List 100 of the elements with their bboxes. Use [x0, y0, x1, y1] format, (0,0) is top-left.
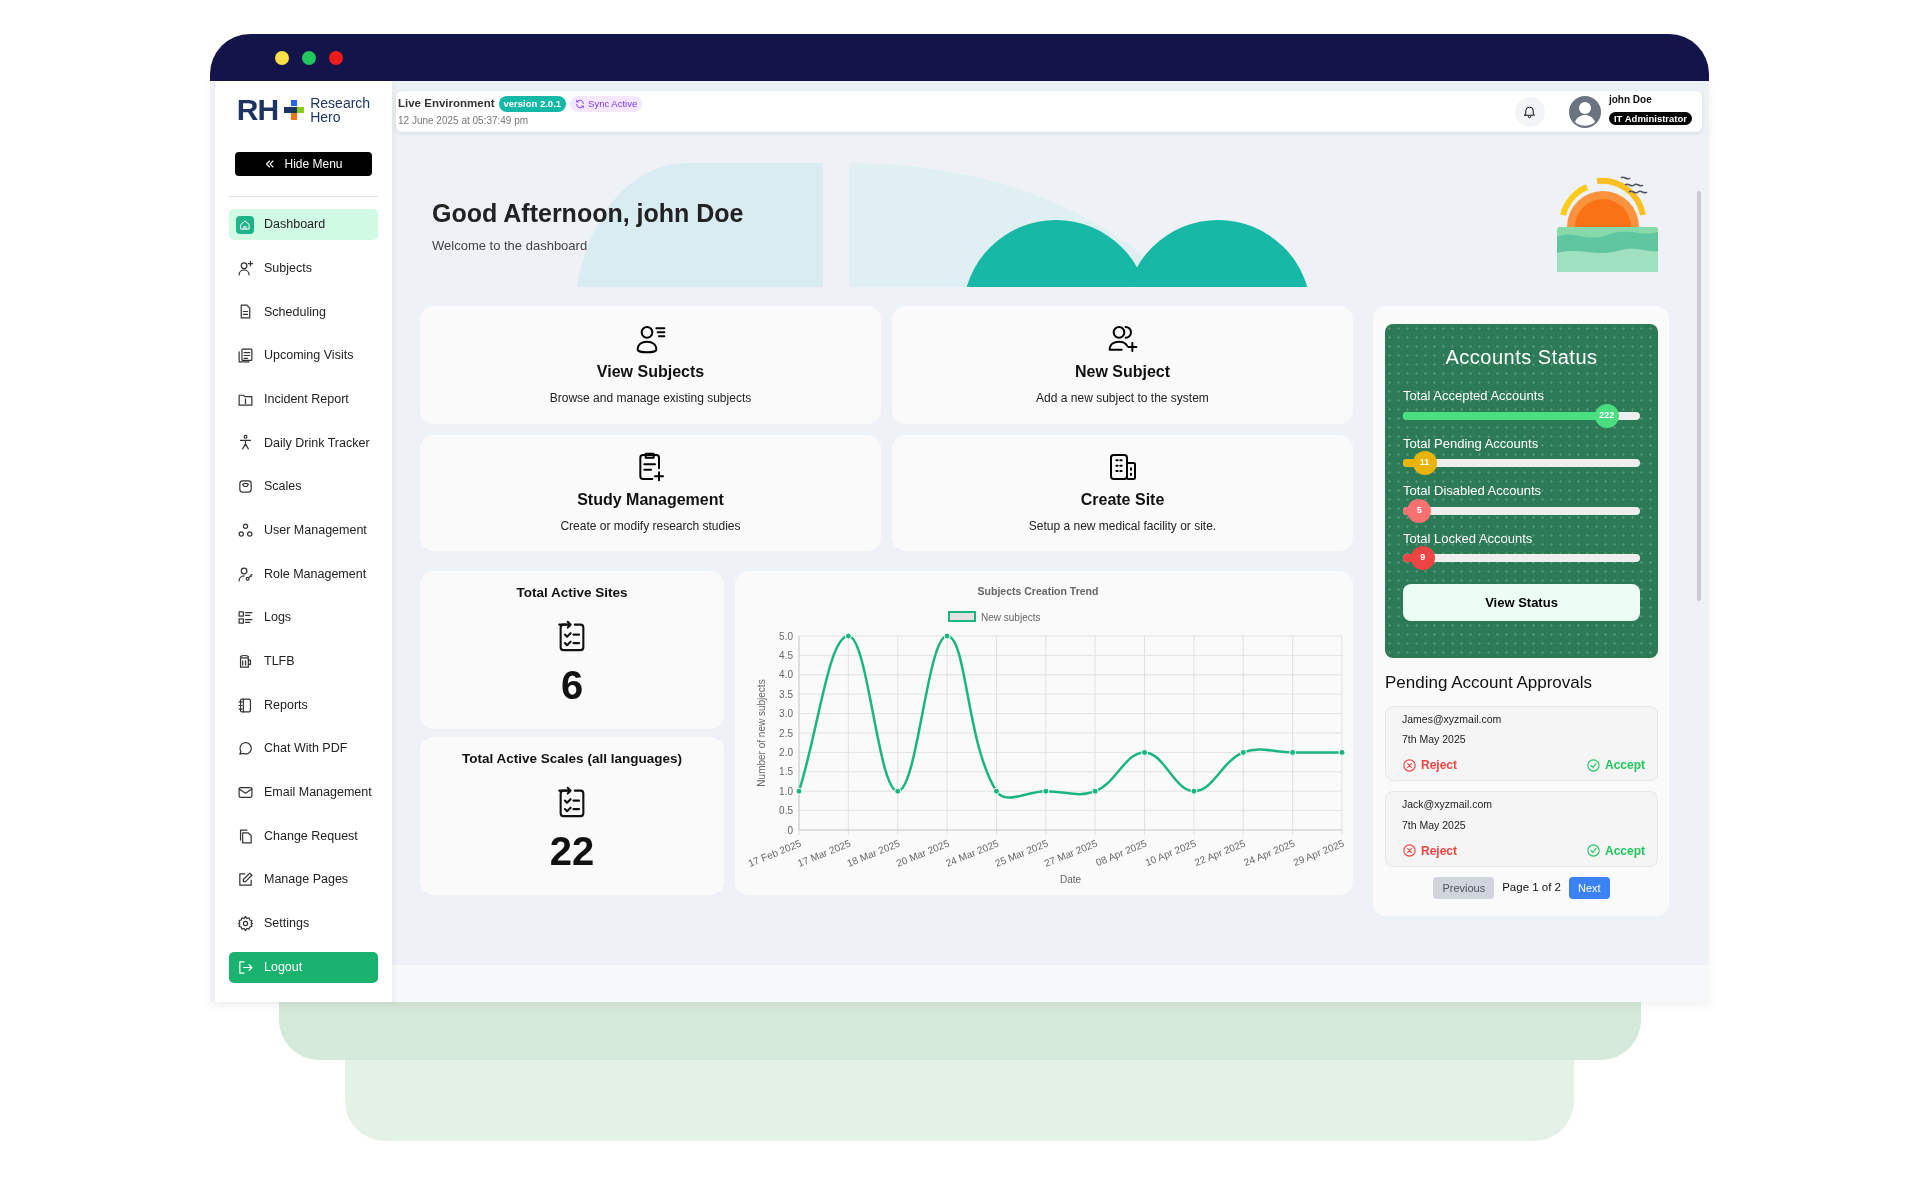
- email-text: Jack@xyzmail.com: [1402, 797, 1493, 812]
- sidebar-item[interactable]: Dashboard: [229, 209, 378, 240]
- chat-icon: [236, 740, 254, 758]
- sidebar-item[interactable]: Settings: [229, 908, 378, 939]
- sidebar-item[interactable]: Scheduling: [229, 296, 378, 328]
- stat-value: 6: [560, 665, 584, 706]
- scrollbar[interactable]: [1697, 191, 1701, 601]
- role-badge: IT Administrator: [1609, 112, 1692, 125]
- sidebar-item[interactable]: Upcoming Visits: [229, 340, 378, 372]
- card-description: Add a new subject to the system: [1036, 390, 1209, 407]
- chart-title: Subjects Creation Trend: [977, 585, 1099, 597]
- card-title: Study Management: [577, 490, 724, 510]
- section-heading: Pending Account Approvals: [1385, 672, 1593, 694]
- notebook-icon: [236, 696, 254, 714]
- slider-thumb: 11: [1412, 451, 1437, 475]
- legend-label: New subjects: [981, 611, 1041, 623]
- version-badge: version 2.0.1: [498, 95, 567, 113]
- sidebar-item[interactable]: Role Management: [229, 558, 378, 590]
- axis-tick-label: 3.0: [779, 708, 793, 720]
- stat-value: 22: [549, 831, 595, 872]
- slider-thumb: 5: [1407, 498, 1432, 523]
- card-description: Setup a new medical facility or site.: [1028, 518, 1217, 535]
- person-plus-icon: [1106, 323, 1139, 355]
- card-title: New Subject: [1074, 362, 1171, 382]
- slider-thumb: 222: [1594, 403, 1619, 428]
- date-text: 7th May 2025: [1402, 817, 1467, 833]
- window-control-icon: [275, 50, 289, 65]
- next-button[interactable]: Next: [1569, 876, 1610, 899]
- sidebar-item[interactable]: Chat With PDF: [229, 733, 378, 765]
- data-point: [992, 787, 1000, 795]
- card-description: Browse and manage existing subjects: [549, 390, 752, 407]
- sidebar-item[interactable]: Change Request: [229, 820, 378, 852]
- bell-icon: [1522, 104, 1538, 119]
- user-name: john Doe: [1609, 94, 1653, 105]
- legend-swatch: [948, 611, 976, 622]
- sidebar-item[interactable]: Email Management: [229, 776, 378, 808]
- meter-label: Total Disabled Accounts: [1403, 482, 1543, 500]
- card-description: Create or modify research studies: [560, 518, 741, 535]
- data-point: [844, 632, 852, 640]
- action-card[interactable]: View Subjects Browse and manage existing subjects: [420, 306, 881, 424]
- slider-thumb: 9: [1410, 546, 1435, 570]
- axis-tick-label: 0: [787, 824, 793, 836]
- check-circle-icon: [1586, 757, 1601, 773]
- meter-label: Total Accepted Accounts: [1403, 387, 1545, 405]
- card-title: Create Site: [1080, 490, 1165, 510]
- list-icon: [236, 347, 254, 365]
- pencil-icon: [236, 871, 254, 889]
- circles-icon: [236, 521, 254, 539]
- person-plus-icon: [236, 259, 254, 277]
- data-point: [1042, 787, 1050, 795]
- sidebar-item[interactable]: User Management: [229, 514, 378, 546]
- data-point: [943, 632, 951, 640]
- data-point: [1190, 787, 1198, 795]
- axis-tick-label: 3.5: [779, 688, 793, 700]
- action-card[interactable]: Create Site Setup a new medical facility or site.: [892, 435, 1353, 551]
- axis-title: Number of new subjects: [756, 679, 767, 787]
- sidebar-item[interactable]: TLFB: [229, 645, 378, 677]
- axis-tick-label: 4.5: [779, 649, 793, 661]
- axis-tick-label: 5.0: [779, 630, 793, 642]
- data-point: [1338, 748, 1346, 756]
- card-title: Accounts Status: [1444, 345, 1599, 370]
- brand-name: Research Hero: [310, 96, 371, 124]
- window-control-icon: [329, 50, 343, 65]
- data-point: [1091, 787, 1099, 795]
- view-status-button[interactable]: View Status: [1403, 584, 1640, 621]
- stat-label: Total Active Scales (all languages): [462, 750, 682, 768]
- meter-label: Total Locked Accounts: [1403, 529, 1534, 548]
- date-text: 7th May 2025: [1402, 732, 1467, 748]
- hide-menu-button[interactable]: Hide Menu: [235, 152, 372, 176]
- axis-title: Date: [1059, 874, 1082, 885]
- sync-status-badge: Sync Active: [570, 95, 643, 113]
- action-card[interactable]: New Subject Add a new subject to the system: [892, 306, 1353, 424]
- notifications-button[interactable]: [1515, 96, 1545, 127]
- axis-tick-label: 0.5: [779, 805, 793, 817]
- axis-tick-label: 2.5: [779, 727, 793, 739]
- sidebar-item[interactable]: Scales: [229, 471, 378, 503]
- logo-text: RH: [236, 95, 279, 125]
- action-card[interactable]: Study Management Create or modify research studies: [420, 435, 881, 551]
- data-point: [1239, 748, 1247, 756]
- axis-tick-label: 4.0: [779, 669, 793, 681]
- sidebar-item[interactable]: Incident Report: [229, 383, 378, 415]
- person-list-icon: [634, 323, 667, 355]
- sidebar-item[interactable]: Manage Pages: [229, 864, 378, 896]
- data-point: [1141, 748, 1149, 756]
- sidebar-item[interactable]: Subjects: [229, 252, 378, 284]
- sidebar-item[interactable]: Logs: [229, 602, 378, 634]
- data-point: [795, 787, 803, 795]
- card-title: View Subjects: [596, 362, 705, 382]
- data-point: [1289, 748, 1297, 756]
- page-indicator: Page 1 of 2: [1502, 880, 1561, 896]
- meter-label: Total Pending Accounts: [1403, 434, 1540, 453]
- stat-label: Total Active Sites: [516, 584, 628, 602]
- close-circle-icon: [1402, 757, 1417, 773]
- sidebar-item[interactable]: Daily Drink Tracker: [229, 427, 378, 459]
- check-circle-icon: [1586, 843, 1601, 858]
- avatar[interactable]: [1569, 95, 1601, 128]
- sidebar-item[interactable]: Reports: [229, 689, 378, 721]
- logo-cross-icon: [284, 100, 305, 120]
- axis-tick-label: 1.0: [779, 785, 793, 797]
- welcome-text: Welcome to the dashboard: [432, 237, 589, 255]
